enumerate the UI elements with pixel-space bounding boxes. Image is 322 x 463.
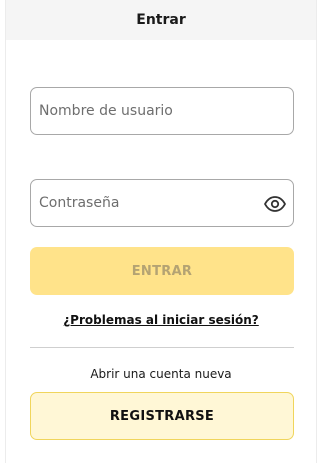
panel-header: Entrar xyxy=(6,0,316,40)
password-field[interactable] xyxy=(30,179,294,227)
register-button[interactable]: REGISTRARSE xyxy=(30,392,294,440)
divider xyxy=(30,347,294,348)
trouble-login-link-text[interactable]: ¿Problemas al iniciar sesión? xyxy=(63,313,259,327)
login-panel: Entrar ENTRAR ¿Problemas al iniciar sesi… xyxy=(5,0,317,463)
login-button[interactable]: ENTRAR xyxy=(30,247,294,295)
username-field[interactable] xyxy=(30,87,294,135)
trouble-login-link[interactable]: ¿Problemas al iniciar sesión? xyxy=(6,313,316,327)
register-button-label: REGISTRARSE xyxy=(109,408,215,424)
username-input[interactable] xyxy=(31,88,293,134)
open-account-label: Abrir una cuenta nueva xyxy=(90,367,232,381)
eye-icon[interactable] xyxy=(263,192,287,216)
login-button-label: ENTRAR xyxy=(131,263,193,279)
password-input[interactable] xyxy=(31,180,293,226)
page-title: Entrar xyxy=(136,12,186,28)
